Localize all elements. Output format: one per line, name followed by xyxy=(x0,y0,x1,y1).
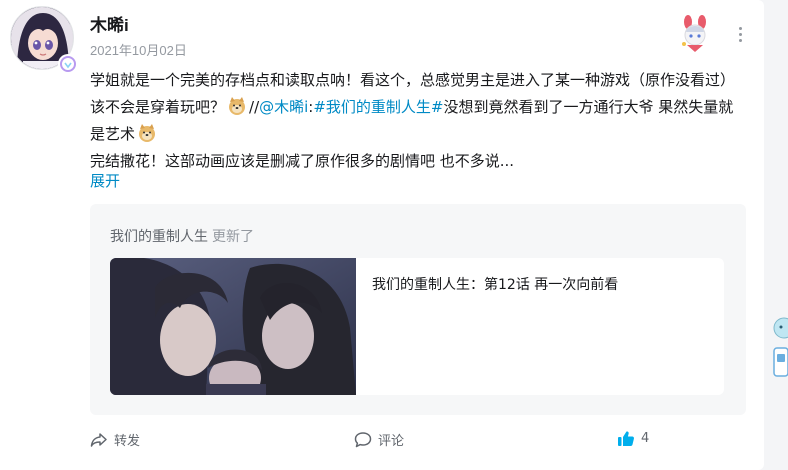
mention-link[interactable]: @木晞i xyxy=(259,98,308,116)
comment-button[interactable]: 评论 xyxy=(354,430,404,449)
username[interactable]: 木晞i xyxy=(90,11,129,36)
topic-link[interactable]: #我们的重制人生# xyxy=(313,98,443,116)
forward-label: 转发 xyxy=(114,434,141,449)
decoration-pendant-icon[interactable] xyxy=(676,14,714,54)
series-name[interactable]: 我们的重制人生 xyxy=(110,229,208,245)
dynamic-card: 木晞i 2021年10月02日 学姐就是一个完美的存档点和读取点呐！看这个，总感… xyxy=(0,0,764,470)
like-button[interactable]: 4 xyxy=(617,430,649,447)
repost-separator: // xyxy=(249,98,260,116)
post-content: 学姐就是一个完美的存档点和读取点呐！看这个，总感觉男主是进入了某一种游戏（原作没… xyxy=(90,67,740,175)
share-header: 我们的重制人生 更新了 xyxy=(110,226,254,246)
episode-title[interactable]: 我们的重制人生：第12话 再一次向前看 xyxy=(372,274,618,294)
like-count: 4 xyxy=(641,431,650,446)
floating-mascot-icon[interactable] xyxy=(770,314,788,382)
forward-button[interactable]: 转发 xyxy=(90,430,140,449)
shared-content-box[interactable]: 我们的重制人生 更新了 我们的重制人生：第12话 再一次向前看 xyxy=(90,204,746,415)
publish-date[interactable]: 2021年10月02日 xyxy=(90,40,187,59)
expand-button[interactable]: 展开 xyxy=(90,170,120,191)
forward-icon xyxy=(90,432,108,448)
episode-card[interactable]: 我们的重制人生：第12话 再一次向前看 xyxy=(110,258,724,395)
action-bar: 转发 评论 4 xyxy=(90,430,660,452)
doge-emoji-icon xyxy=(227,96,247,116)
avatar-container[interactable] xyxy=(10,6,78,74)
verified-badge-icon xyxy=(58,54,78,74)
comment-label: 评论 xyxy=(378,434,405,449)
post-paragraph-1: 学姐就是一个完美的存档点和读取点呐！看这个，总感觉男主是进入了某一种游戏（原作没… xyxy=(90,67,740,148)
comment-icon xyxy=(354,431,372,448)
post-paragraph-2: 完结撒花！这部动画应该是删减了原作很多的剧情吧 也不多说... xyxy=(90,152,515,170)
thumbs-up-icon xyxy=(617,430,635,447)
episode-cover-image[interactable] xyxy=(110,258,356,395)
more-vertical-icon[interactable] xyxy=(730,22,750,46)
doge-emoji-icon xyxy=(137,123,157,143)
update-label: 更新了 xyxy=(212,229,254,245)
